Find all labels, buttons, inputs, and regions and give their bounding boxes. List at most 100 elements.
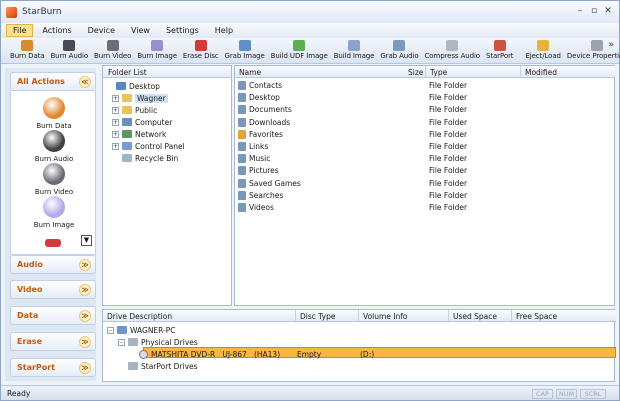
burn-video-action[interactable]: Burn Video	[11, 163, 97, 196]
folder-tree-item[interactable]: + Public	[112, 104, 157, 116]
toolbar-eject-load-button[interactable]: Eject/Load	[522, 38, 563, 60]
compress-audio-icon	[446, 40, 459, 51]
grab-audio-icon	[393, 40, 406, 51]
build-image-icon	[348, 40, 361, 51]
toolbar-grab-audio-button[interactable]: Grab Audio	[377, 38, 421, 60]
toolbar-overflow-chevron-icon[interactable]: »	[608, 40, 614, 50]
file-type: File Folder	[429, 166, 468, 176]
menu-bar: File Actions Device View Settings Help	[1, 23, 619, 38]
expand-toggle-icon[interactable]: –	[118, 338, 125, 346]
burn-video-icon	[43, 163, 65, 185]
column-header-disc-type[interactable]: Disc Type	[296, 310, 359, 322]
toolbar-burn-audio-button[interactable]: Burn Audio	[47, 38, 91, 60]
column-header-volume-info[interactable]: Volume Info	[359, 310, 449, 322]
more-actions-dropdown-icon[interactable]: ▼	[81, 235, 92, 246]
burn-data-icon	[43, 97, 65, 119]
restore-button[interactable]: ▫	[587, 5, 601, 17]
video-section-label: Video	[17, 285, 43, 294]
file-list-row[interactable]: Pictures File Folder	[235, 164, 615, 176]
toolbar-grab-image-button[interactable]: Grab Image	[222, 38, 268, 60]
expand-chevron-icon[interactable]: ≫	[79, 361, 91, 374]
file-type: File Folder	[429, 129, 468, 139]
burn-data-action[interactable]: Burn Data	[11, 97, 97, 130]
expand-chevron-icon[interactable]: ≫	[79, 258, 91, 271]
expand-toggle-icon[interactable]: +	[112, 94, 119, 102]
erase-disc-icon[interactable]	[45, 239, 61, 247]
burn-audio-action[interactable]: Burn Audio	[11, 130, 97, 163]
file-list-row[interactable]: Searches File Folder	[235, 189, 615, 201]
file-type: File Folder	[429, 190, 468, 200]
menu-settings[interactable]: Settings	[159, 24, 206, 37]
folder-icon	[238, 105, 246, 115]
folder-tree-item[interactable]: + Control Panel	[112, 140, 185, 152]
folder-tree-item[interactable]: Desktop	[106, 80, 160, 92]
eject-load-icon	[537, 40, 550, 51]
drives-group-icon	[128, 362, 138, 370]
toolbar-starport-button[interactable]: StarPort	[483, 38, 516, 60]
column-header-drive-description[interactable]: Drive Description	[103, 310, 296, 322]
toolbar-burn-image-button[interactable]: Burn Image	[134, 38, 180, 60]
build-udf-image-icon	[293, 40, 306, 51]
column-header-size[interactable]: Size	[404, 66, 426, 78]
column-header-modified[interactable]: Modified	[521, 66, 615, 78]
expand-toggle-icon[interactable]: +	[112, 106, 119, 114]
drive-tree-item[interactable]: – Physical Drives	[118, 336, 612, 348]
drive-tree-item[interactable]: MATSHITA DVD-R UJ-867 (HA13) Empty (D:)	[129, 348, 612, 360]
toolbar-build-udf-image-button[interactable]: Build UDF Image	[268, 38, 331, 60]
toolbar-build-image-button[interactable]: Build Image	[331, 38, 378, 60]
burn-image-action[interactable]: Burn Image	[11, 196, 97, 229]
file-list-row[interactable]: Saved Games File Folder	[235, 177, 615, 189]
all-actions-header[interactable]: All Actions ≪	[10, 72, 96, 91]
toolbar-erase-disc-button[interactable]: Erase Disc	[180, 38, 222, 60]
column-header-type[interactable]: Type	[426, 66, 521, 78]
folder-tree-item[interactable]: + Wagner	[112, 92, 168, 104]
video-section-header[interactable]: Video ≫	[10, 280, 96, 299]
starport-section-header[interactable]: StarPort ≫	[10, 358, 96, 377]
drive-tree-item[interactable]: – WAGNER-PC	[107, 324, 612, 336]
audio-section-header[interactable]: Audio ≫	[10, 255, 96, 274]
close-button[interactable]: ✕	[601, 5, 615, 17]
burn-image-icon	[151, 40, 164, 51]
expand-toggle-icon[interactable]: +	[112, 130, 119, 138]
collapse-chevron-icon[interactable]: ≪	[79, 75, 91, 88]
expand-toggle-icon[interactable]: +	[112, 142, 119, 150]
scrl-indicator: SCRL	[580, 389, 606, 399]
expand-chevron-icon[interactable]: ≫	[79, 283, 91, 296]
folder-tree-item[interactable]: + Computer	[112, 116, 172, 128]
file-type: File Folder	[429, 203, 468, 212]
folder-icon	[122, 118, 132, 126]
file-list-row[interactable]: Music File Folder	[235, 152, 615, 164]
expand-chevron-icon[interactable]: ≫	[79, 309, 91, 322]
folder-list-pane: Folder List Desktop + Wagner + Public + Comput…	[102, 65, 232, 306]
toolbar-burn-video-button[interactable]: Burn Video	[91, 38, 134, 60]
file-list-row[interactable]: Documents File Folder	[235, 103, 615, 115]
expand-toggle-icon[interactable]: –	[107, 326, 114, 334]
folder-tree-item[interactable]: + Network	[112, 128, 166, 140]
column-header-name[interactable]: Name	[235, 66, 421, 78]
folder-tree-item[interactable]: Recycle Bin	[112, 152, 178, 164]
menu-device[interactable]: Device	[81, 24, 122, 37]
minimize-button[interactable]: –	[573, 5, 587, 17]
menu-help[interactable]: Help	[208, 24, 240, 37]
file-list-row[interactable]: Downloads File Folder	[235, 116, 615, 128]
column-header-free-space[interactable]: Free Space	[512, 310, 616, 322]
file-list-row[interactable]: Videos File Folder	[235, 201, 615, 213]
file-list-row[interactable]: Links File Folder	[235, 140, 615, 152]
menu-file[interactable]: File	[6, 24, 34, 37]
expand-toggle-icon[interactable]: +	[112, 118, 119, 126]
data-section-header[interactable]: Data ≫	[10, 306, 96, 325]
erase-section-header[interactable]: Erase ≫	[10, 332, 96, 351]
folder-icon	[116, 82, 126, 90]
toolbar-burn-data-button[interactable]: Burn Data	[7, 38, 47, 60]
column-header-used-space[interactable]: Used Space	[449, 310, 512, 322]
drive-label: MATSHITA DVD-R UJ-867 (HA13)	[151, 349, 281, 359]
drive-tree-item[interactable]: StarPort Drives	[118, 360, 612, 372]
title-bar: StarBurn – ▫ ✕	[1, 1, 619, 23]
file-list-row[interactable]: Favorites File Folder	[235, 128, 615, 140]
file-list-row[interactable]: Contacts File Folder	[235, 79, 615, 91]
menu-view[interactable]: View	[124, 24, 157, 37]
menu-actions[interactable]: Actions	[35, 24, 78, 37]
toolbar-compress-audio-button[interactable]: Compress Audio	[422, 38, 483, 60]
file-list-row[interactable]: Desktop File Folder	[235, 91, 615, 103]
expand-chevron-icon[interactable]: ≫	[79, 335, 91, 348]
